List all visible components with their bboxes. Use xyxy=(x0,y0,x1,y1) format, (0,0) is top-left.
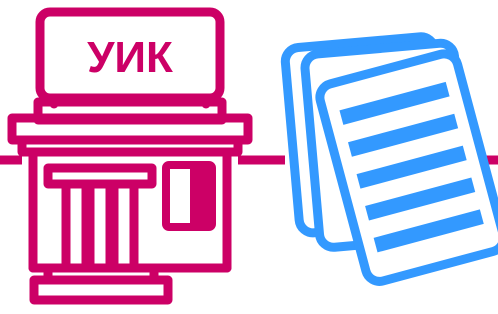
frieze xyxy=(17,135,243,157)
documents-stack-icon xyxy=(280,32,498,286)
sign-label: УИК xyxy=(87,33,173,82)
illustration: УИК xyxy=(0,7,498,305)
step-lower xyxy=(29,275,173,305)
column-left xyxy=(61,179,91,273)
column-right xyxy=(109,179,139,273)
window-icon xyxy=(162,161,216,231)
column-center xyxy=(85,179,115,273)
